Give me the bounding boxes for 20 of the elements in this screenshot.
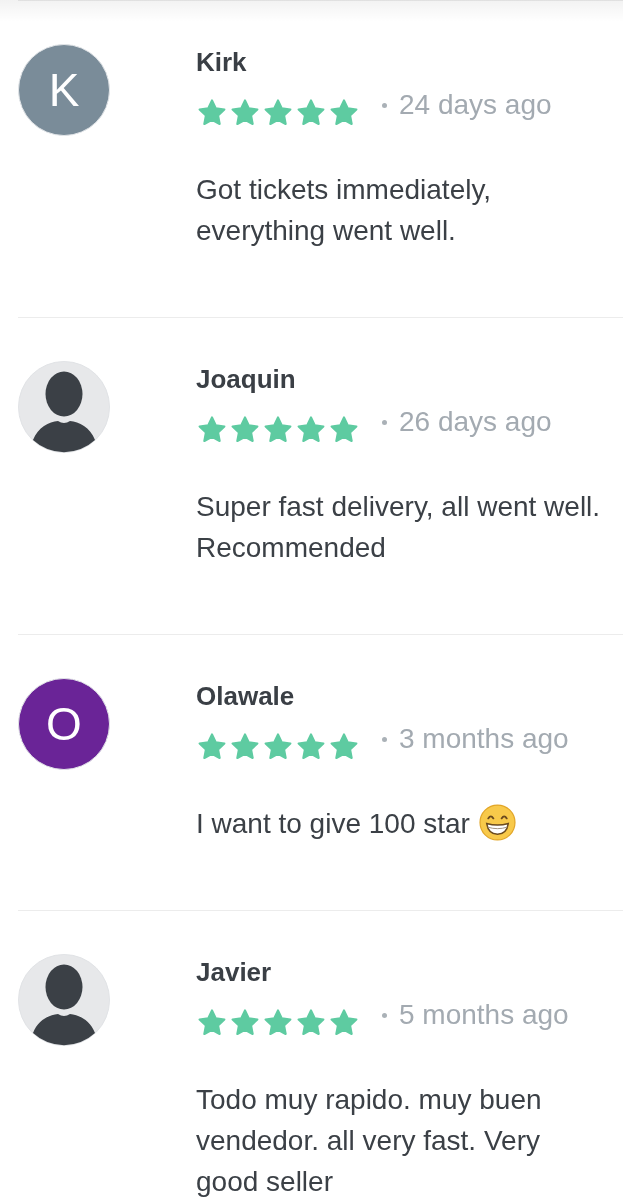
dot-icon: [382, 1012, 387, 1018]
review-text: Super fast delivery, all went well. Recommended: [196, 491, 601, 563]
review-text: Todo muy rapido. muy buen vendedor. all very fast. Very good seller: [196, 1084, 542, 1197]
dot-icon: [382, 102, 387, 108]
review-date: 5 months ago: [399, 999, 569, 1031]
avatar-icon: [18, 361, 110, 453]
review-text: I want to give 100 star: [196, 808, 470, 839]
reviewer-name: Joaquin: [196, 364, 297, 394]
review-text: Got tickets immediately, everything went well.: [196, 174, 492, 246]
avatar: K: [18, 44, 110, 136]
review-date: 26 days ago: [399, 406, 552, 438]
dot-icon: [382, 736, 387, 742]
review-date: 24 days ago: [399, 89, 552, 121]
review-date: 3 months ago: [399, 723, 569, 755]
reviewer-name: Kirk: [196, 47, 248, 77]
avatar-icon: [18, 954, 110, 1046]
reviewer-name: Olawale: [196, 681, 296, 711]
reviewer-name: Javier: [196, 957, 273, 987]
avatar: O: [18, 678, 110, 770]
dot-icon: [382, 419, 387, 425]
